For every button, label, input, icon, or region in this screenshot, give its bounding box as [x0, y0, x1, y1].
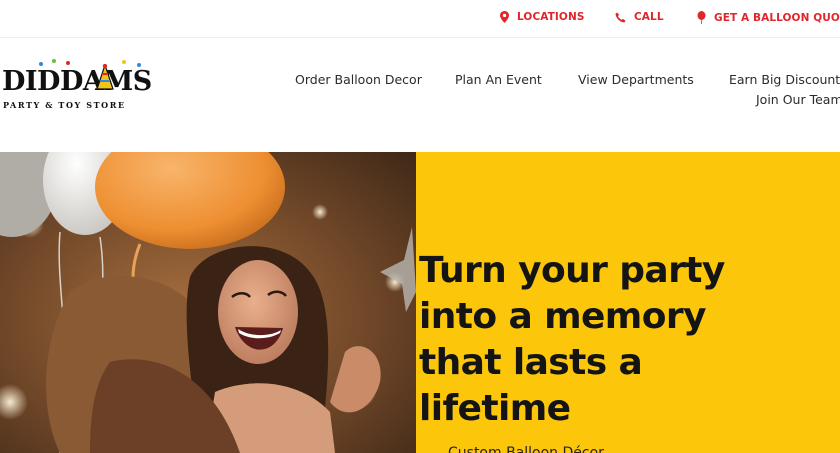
party-hat-icon [96, 64, 114, 90]
call-label: CALL [634, 11, 664, 23]
hero-text-panel: Turn your party into a memory that lasts… [416, 152, 840, 453]
nav-join-our-team[interactable]: Join Our Team [756, 92, 840, 107]
hero-party-photo [0, 152, 416, 453]
hero-section: Turn your party into a memory that lasts… [0, 152, 840, 453]
top-utility-bar: LOCATIONS CALL GET A BALLOON QUOTE [0, 0, 840, 38]
balloon-icon [697, 11, 706, 24]
phone-icon [615, 12, 626, 22]
call-link[interactable]: CALL [615, 11, 664, 23]
locations-label: LOCATIONS [517, 11, 585, 23]
balloon-quote-link[interactable]: GET A BALLOON QUOTE [697, 11, 840, 24]
site-header: DIDDAMS PARTY & TOY STORE Order Balloon … [0, 39, 840, 151]
hero-title: Turn your party into a memory that lasts… [419, 250, 725, 429]
logo-tagline: PARTY & TOY STORE [3, 100, 126, 110]
map-pin-icon [500, 11, 509, 23]
hero-subtitle: Custom Balloon Décor [448, 445, 604, 453]
nav-earn-big-discounts[interactable]: Earn Big Discounts [729, 72, 840, 87]
locations-link[interactable]: LOCATIONS [500, 11, 585, 23]
nav-plan-an-event[interactable]: Plan An Event [455, 72, 542, 87]
diddams-logo[interactable]: DIDDAMS PARTY & TOY STORE [2, 59, 167, 114]
logo-wordmark: DIDDAMS [2, 66, 152, 97]
nav-order-balloon-decor[interactable]: Order Balloon Decor [295, 72, 422, 87]
nav-view-departments[interactable]: View Departments [578, 72, 694, 87]
balloon-quote-label: GET A BALLOON QUOTE [714, 11, 840, 24]
